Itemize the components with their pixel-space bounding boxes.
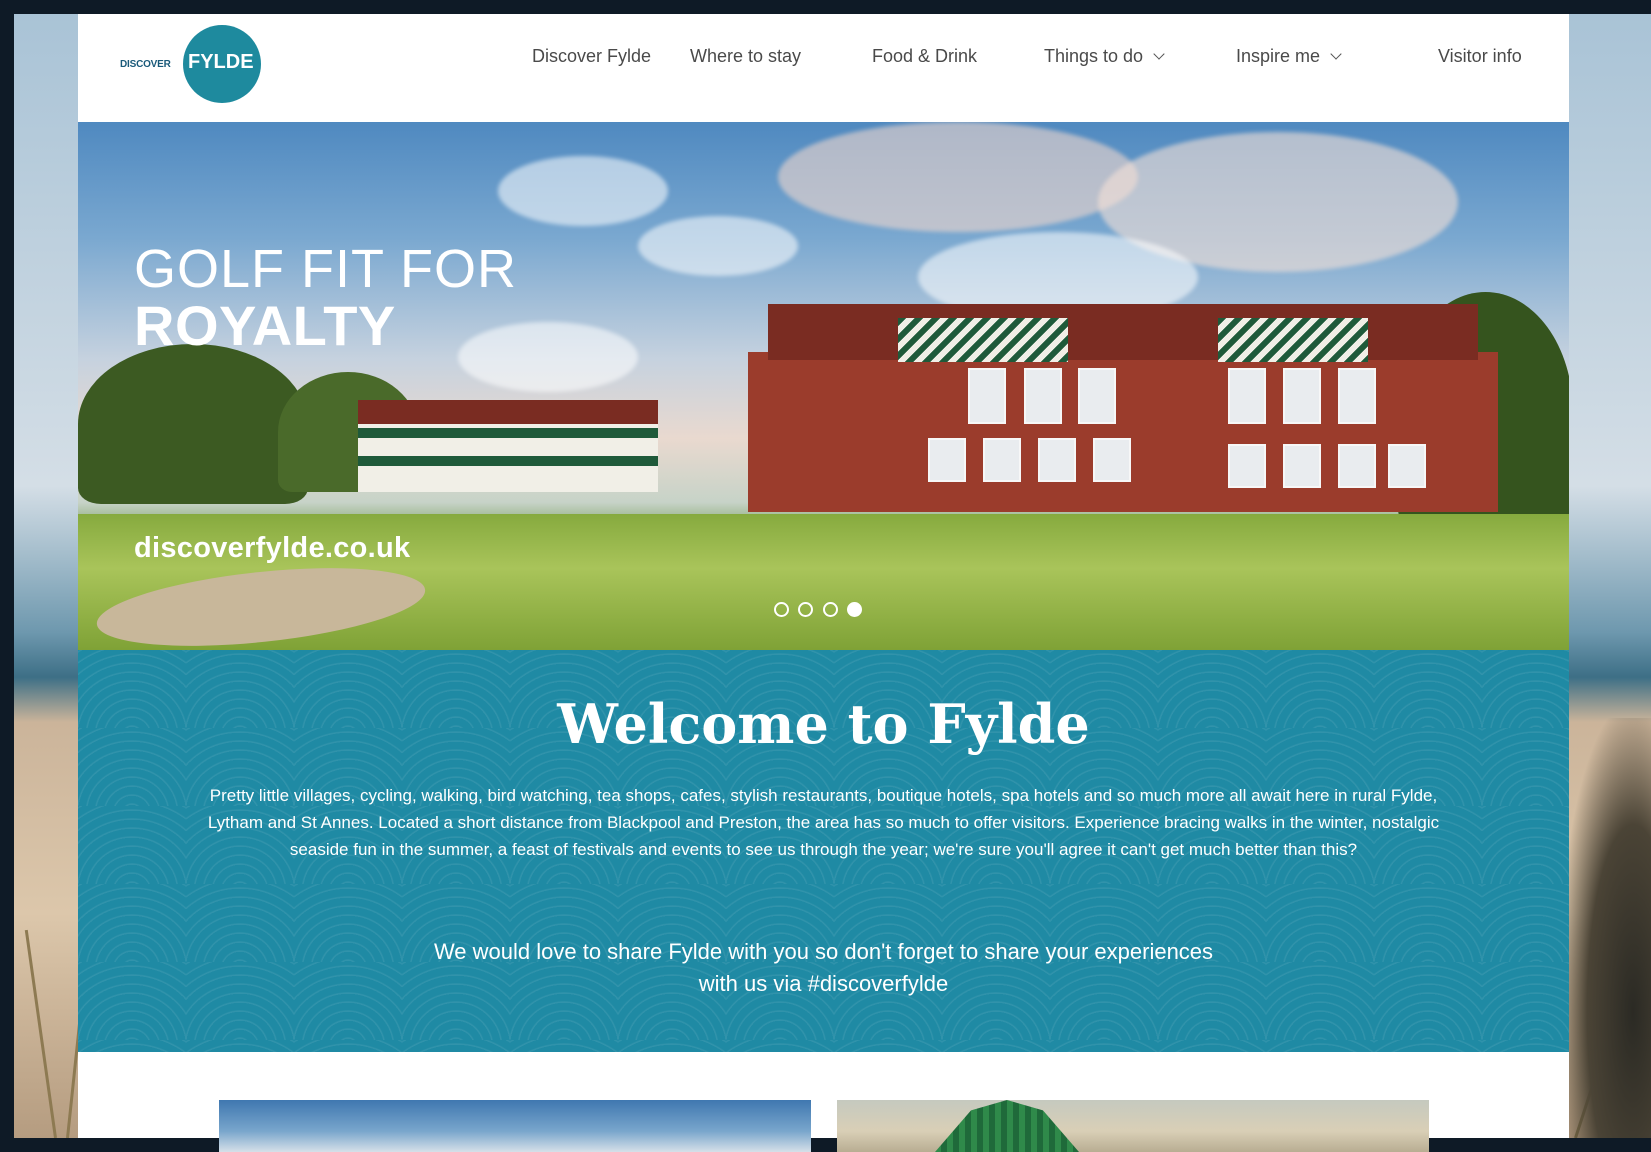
nav-label: Things to do: [1044, 46, 1144, 66]
nav-where-to-stay[interactable]: Where to stay: [690, 46, 801, 76]
chevron-down-icon: [1330, 48, 1342, 60]
nav-things-to-do[interactable]: Things to do: [1044, 46, 1165, 76]
hero-website-url: discoverfylde.co.uk: [134, 532, 411, 564]
dune-shadow: [1561, 718, 1651, 1138]
dune-grass: [24, 929, 57, 1138]
feature-card-image-left[interactable]: [219, 1100, 811, 1152]
nav-label: Where to stay: [690, 46, 802, 66]
discover-fylde-logo[interactable]: DISCOVER FYLDE: [120, 25, 280, 105]
nav-label: Inspire me: [1236, 46, 1321, 66]
hero-headline: GOLF FIT FOR ROYALTY: [134, 242, 517, 354]
welcome-section: Welcome to Fylde Pretty little villages,…: [78, 650, 1569, 1052]
nav-label: Discover Fylde: [532, 46, 652, 66]
logo-big-text: FYLDE: [188, 51, 254, 73]
welcome-share-text: We would love to share Fylde with you so…: [433, 939, 1214, 996]
welcome-title: Welcome to Fylde: [557, 692, 1090, 756]
site-header: DISCOVER FYLDE Discover Fylde Where to s…: [78, 14, 1569, 122]
feature-card-image-right[interactable]: [837, 1100, 1429, 1152]
carousel-pagination: [774, 602, 867, 624]
nav-food-drink[interactable]: Food & Drink: [872, 46, 977, 76]
carousel-dot-3[interactable]: [822, 602, 838, 617]
welcome-body-text: Pretty little villages, cycling, walking…: [207, 786, 1440, 859]
nav-discover-fylde[interactable]: Discover Fylde: [532, 46, 651, 76]
pier-structure-image: [935, 1100, 1079, 1152]
carousel-dot-4-active[interactable]: [847, 602, 863, 617]
hero-title-line2: ROYALTY: [134, 294, 396, 357]
hero-carousel[interactable]: GOLF FIT FOR ROYALTY discoverfylde.co.uk: [78, 122, 1569, 650]
hero-title-line1: GOLF FIT FOR: [134, 239, 518, 299]
nav-label: Visitor info: [1438, 46, 1522, 66]
nav-visitor-info[interactable]: Visitor info: [1438, 46, 1522, 76]
logo-small-text: DISCOVER: [120, 59, 171, 70]
carousel-dot-2[interactable]: [798, 602, 814, 617]
carousel-dot-1[interactable]: [774, 602, 789, 617]
website: DISCOVER FYLDE Discover Fylde Where to s…: [78, 14, 1569, 1152]
chevron-down-icon: [1153, 48, 1165, 60]
nav-label: Food & Drink: [872, 46, 978, 66]
nav-inspire-me[interactable]: Inspire me: [1236, 46, 1342, 76]
